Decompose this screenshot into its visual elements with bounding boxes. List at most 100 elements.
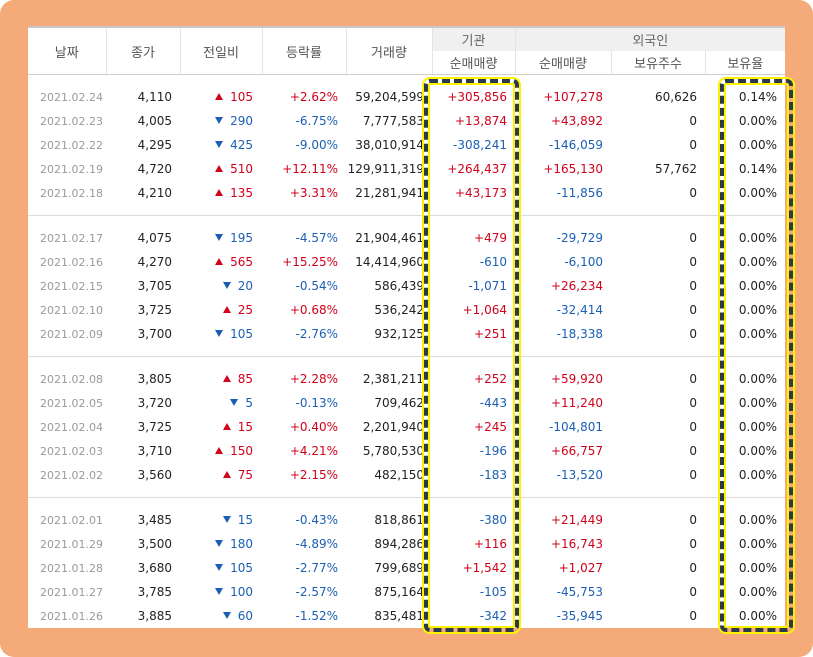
separator-cell xyxy=(28,346,785,357)
cell-inst-net: +479 xyxy=(474,231,507,245)
table-row: 2021.02.02 3,560 75 +2.15% 482,150 -183 -13,52… xyxy=(28,463,785,487)
cell-rate: -9.00% xyxy=(295,138,338,152)
cell-foreign-net: +43,892 xyxy=(550,114,603,128)
cell-close: 3,725 xyxy=(137,303,172,317)
cell-volume: 2,201,940 xyxy=(362,420,424,434)
cell-close: 3,700 xyxy=(137,327,172,341)
change-value: 60 xyxy=(237,609,253,623)
cell-close: 3,705 xyxy=(137,279,172,293)
cell-close: 3,805 xyxy=(137,372,172,386)
cell-foreign-ratio: 0.00% xyxy=(738,372,778,386)
cell-rate: +4.21% xyxy=(289,444,338,458)
cell-rate: +0.68% xyxy=(289,303,338,317)
change-value: 105 xyxy=(230,561,253,575)
triangle-down-icon xyxy=(222,516,231,523)
table-row: 2021.02.04 3,725 15 +0.40% 2,201,940 +245 -104… xyxy=(28,415,785,439)
triangle-down-icon xyxy=(215,141,224,148)
change-value: 75 xyxy=(237,468,253,482)
cell-foreign-net: +66,757 xyxy=(550,444,603,458)
cell-inst-net: +13,874 xyxy=(454,114,507,128)
table-row: 2021.01.29 3,500 180 -4.89% 894,286 +116 +16,7… xyxy=(28,532,785,556)
header-change: 전일비 xyxy=(179,26,262,75)
cell-inst-net: -196 xyxy=(479,444,507,458)
table-row: 2021.02.15 3,705 20 -0.54% 586,439 -1,071 +26,… xyxy=(28,274,785,298)
cell-rate: +0.40% xyxy=(289,420,338,434)
header-institution: 기관 xyxy=(431,26,515,51)
cell-date: 2021.01.29 xyxy=(40,537,103,551)
cell-foreign-ratio: 0.14% xyxy=(738,162,778,176)
group-top-spacer xyxy=(28,498,785,509)
triangle-up-icon xyxy=(215,258,224,265)
triangle-down-icon xyxy=(215,564,224,571)
cell-foreign-shares: 0 xyxy=(689,114,697,128)
cell-foreign-ratio: 0.00% xyxy=(738,420,778,434)
cell-date: 2021.02.15 xyxy=(40,279,103,293)
triangle-up-icon xyxy=(215,93,224,100)
cell-volume: 7,777,583 xyxy=(362,114,424,128)
cell-foreign-ratio: 0.00% xyxy=(738,231,778,245)
cell-rate: +3.31% xyxy=(289,186,338,200)
table-row: 2021.02.17 4,075 195 -4.57% 21,904,461 +479 -2… xyxy=(28,226,785,250)
cell-foreign-shares: 0 xyxy=(689,186,697,200)
cell-foreign-ratio: 0.00% xyxy=(738,561,778,575)
table-row: 2021.02.23 4,005 290 -6.75% 7,777,583 +13,874… xyxy=(28,109,785,133)
cell-volume: 38,010,914 xyxy=(355,138,424,152)
cell-foreign-shares: 0 xyxy=(689,513,697,527)
cell-foreign-shares: 0 xyxy=(689,609,697,623)
cell-rate: +2.28% xyxy=(289,372,338,386)
cell-foreign-shares: 0 xyxy=(689,537,697,551)
triangle-down-icon xyxy=(215,234,224,241)
cell-volume: 818,861 xyxy=(374,513,424,527)
cell-rate: -2.76% xyxy=(295,327,338,341)
cell-volume: 59,204,599 xyxy=(355,90,424,104)
cell-inst-net: +251 xyxy=(474,327,507,341)
cell-change: 105 xyxy=(180,85,262,109)
cell-foreign-ratio: 0.00% xyxy=(738,138,778,152)
cell-foreign-ratio: 0.00% xyxy=(738,186,778,200)
header-rate: 등락률 xyxy=(261,26,346,75)
triangle-up-icon xyxy=(215,189,224,196)
cell-foreign-net: +16,743 xyxy=(550,537,603,551)
header-inst-net: 순매매량 xyxy=(431,51,515,75)
change-value: 195 xyxy=(230,231,253,245)
cell-foreign-net: -146,059 xyxy=(549,138,603,152)
cell-foreign-net: +107,278 xyxy=(543,90,603,104)
cell-foreign-ratio: 0.00% xyxy=(738,303,778,317)
cell-volume: 2,381,211 xyxy=(362,372,424,386)
cell-inst-net: +305,856 xyxy=(447,90,507,104)
header-foreign-shares: 보유주수 xyxy=(610,51,705,75)
cell-date: 2021.02.01 xyxy=(40,513,103,527)
cell-foreign-shares: 0 xyxy=(689,420,697,434)
change-value: 510 xyxy=(230,162,253,176)
cell-rate: -1.52% xyxy=(295,609,338,623)
cell-close: 4,005 xyxy=(137,114,172,128)
cell-foreign-shares: 0 xyxy=(689,372,697,386)
cell-foreign-net: -45,753 xyxy=(556,585,603,599)
cell-foreign-net: -104,801 xyxy=(549,420,603,434)
table-row: 2021.02.18 4,210 135 +3.31% 21,281,941 +43,17… xyxy=(28,181,785,205)
cell-foreign-ratio: 0.14% xyxy=(738,90,778,104)
table-row: 2021.01.27 3,785 100 -2.57% 875,164 -105 -45,7… xyxy=(28,580,785,604)
cell-volume: 709,462 xyxy=(374,396,424,410)
cell-foreign-ratio: 0.00% xyxy=(738,444,778,458)
group-top-spacer xyxy=(28,75,785,86)
triangle-down-icon xyxy=(222,612,231,619)
table-row: 2021.02.09 3,700 105 -2.76% 932,125 +251 -18,3… xyxy=(28,322,785,346)
cell-foreign-net: +21,449 xyxy=(550,513,603,527)
cell-volume: 21,281,941 xyxy=(355,186,424,200)
cell-foreign-ratio: 0.00% xyxy=(738,396,778,410)
change-value: 290 xyxy=(230,114,253,128)
cell-volume: 14,414,960 xyxy=(355,255,424,269)
change-value: 15 xyxy=(237,420,253,434)
triangle-up-icon xyxy=(222,423,231,430)
cell-foreign-shares: 0 xyxy=(689,255,697,269)
cell-foreign-shares: 0 xyxy=(689,444,697,458)
cell-volume: 5,780,530 xyxy=(362,444,424,458)
separator-cell xyxy=(28,487,785,498)
cell-date: 2021.02.18 xyxy=(40,186,103,200)
cell-inst-net: -308,241 xyxy=(453,138,507,152)
cell-change: 100 xyxy=(180,580,262,604)
cell-rate: +15.25% xyxy=(282,255,338,269)
change-value: 425 xyxy=(230,138,253,152)
cell-foreign-ratio: 0.00% xyxy=(738,255,778,269)
